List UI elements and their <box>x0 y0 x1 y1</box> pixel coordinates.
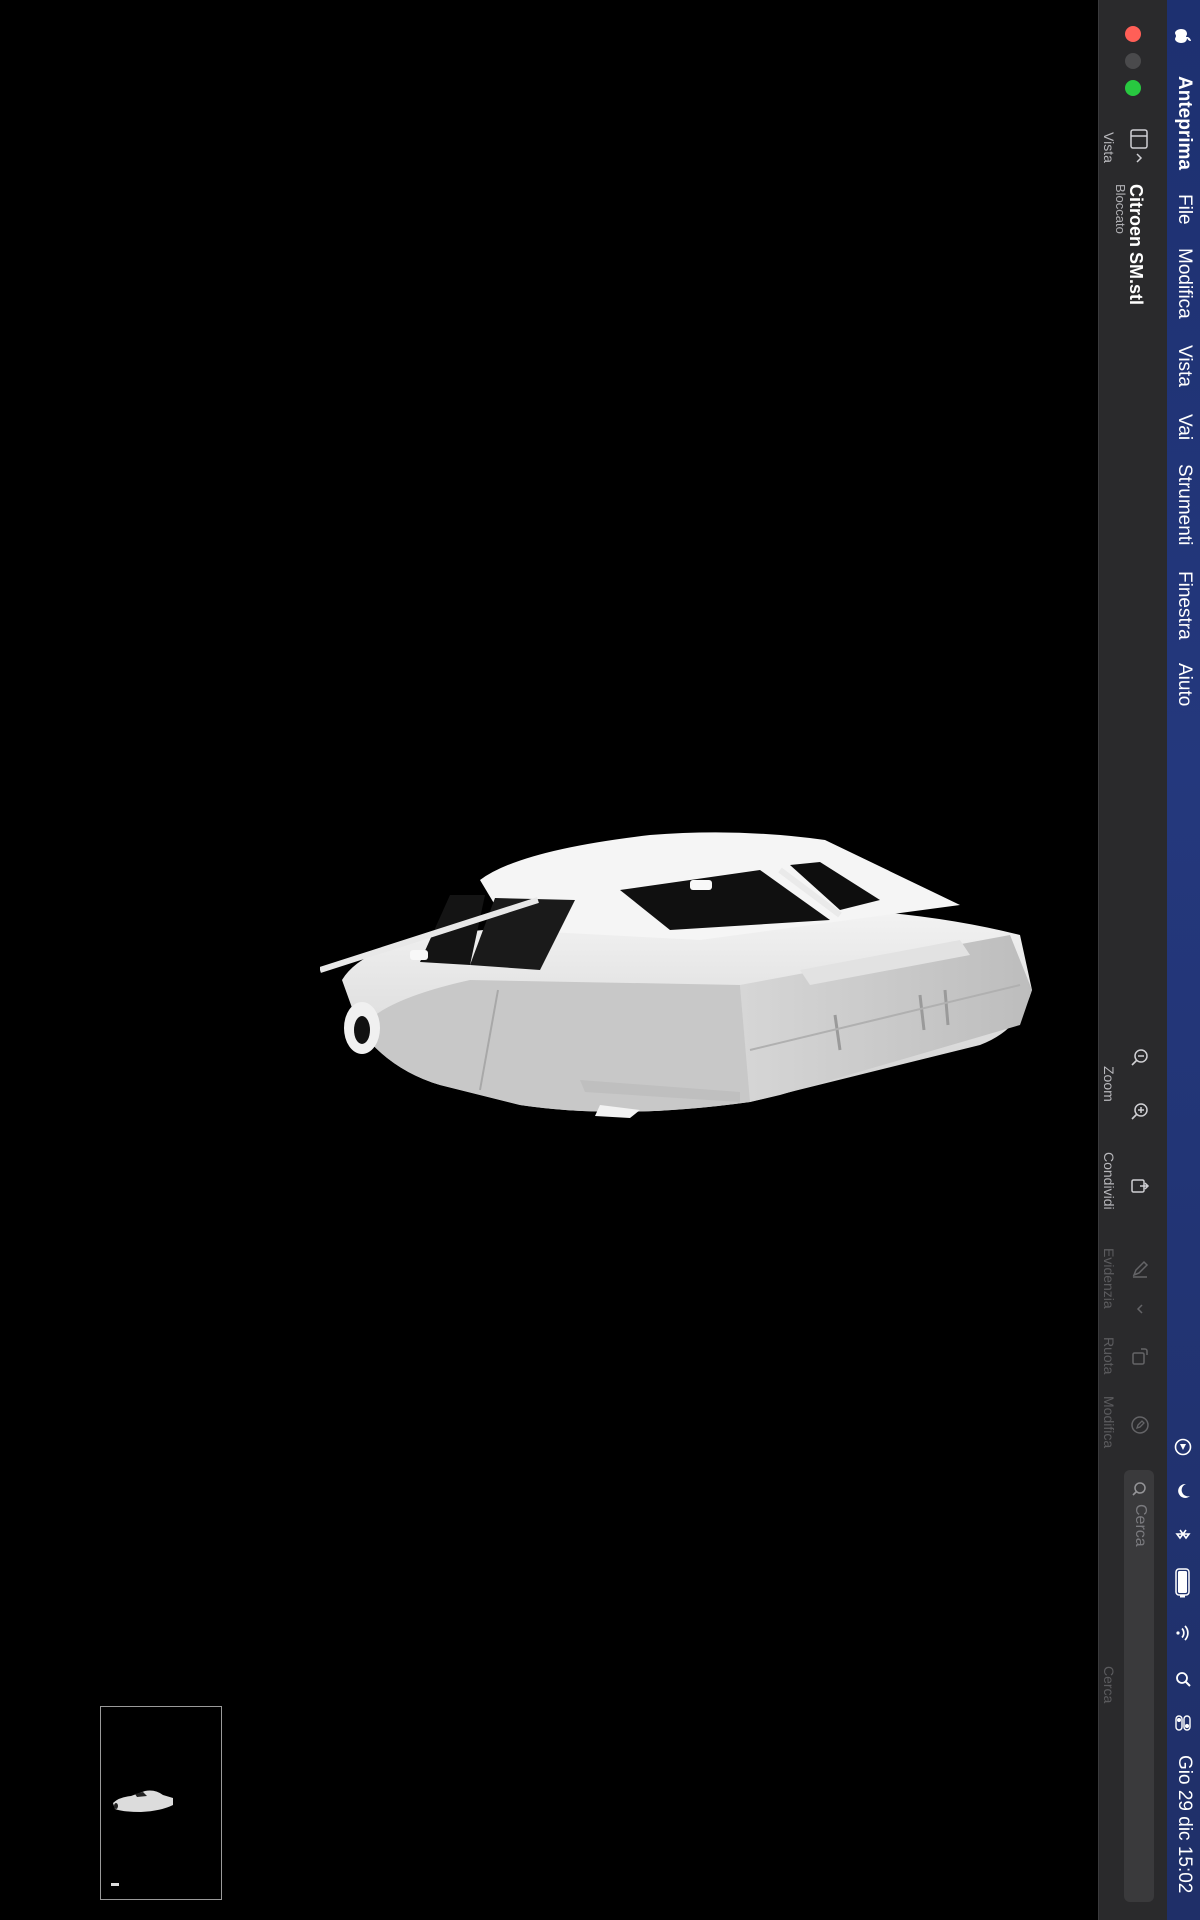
play-circle-icon[interactable] <box>1172 1436 1194 1458</box>
thumbnail-car-image <box>113 1790 173 1812</box>
zoom-out-icon[interactable] <box>1129 1046 1151 1068</box>
sidebar-label: Vista <box>1101 132 1117 163</box>
menu-file[interactable]: File <box>1174 194 1195 225</box>
sidebar-toggle-icon[interactable] <box>1129 128 1151 166</box>
rotate-icon[interactable] <box>1129 1346 1151 1368</box>
minimize-button[interactable] <box>1125 53 1141 69</box>
control-center-icon[interactable] <box>1172 1712 1194 1734</box>
highlight-pen-icon[interactable] <box>1129 1258 1151 1280</box>
menu-vai[interactable]: Vai <box>1174 414 1195 440</box>
menu-finestra[interactable]: Finestra <box>1174 571 1195 640</box>
zoom-in-icon[interactable] <box>1129 1100 1151 1122</box>
apple-icon[interactable] <box>1172 26 1194 48</box>
car-3d-model[interactable] <box>320 820 1040 1140</box>
chevron-down-icon[interactable] <box>1129 1298 1151 1320</box>
bluetooth-icon[interactable] <box>1172 1524 1194 1546</box>
close-button[interactable] <box>1125 26 1141 42</box>
share-icon[interactable] <box>1129 1175 1151 1197</box>
document-title[interactable]: Citroen SM.stl <box>1126 184 1146 305</box>
menu-strumenti[interactable]: Strumenti <box>1174 464 1195 545</box>
menu-modifica[interactable]: Modifica <box>1174 248 1195 319</box>
rotate-label: Ruota <box>1101 1337 1117 1375</box>
search-icon <box>1128 1478 1150 1500</box>
search-placeholder: Cerca <box>1132 1504 1149 1547</box>
search-label: Cerca <box>1101 1666 1117 1704</box>
zoom-window-button[interactable] <box>1125 80 1141 96</box>
menu-vista[interactable]: Vista <box>1174 345 1195 387</box>
moon-icon[interactable] <box>1172 1480 1194 1502</box>
spotlight-icon[interactable] <box>1172 1668 1194 1690</box>
zoom-label: Zoom <box>1101 1066 1117 1102</box>
thumbnail-page-marker <box>111 1883 119 1886</box>
share-label: Condividi <box>1101 1152 1117 1210</box>
document-status: Bloccato <box>1113 184 1128 234</box>
menu-app-name[interactable]: Anteprima <box>1174 76 1195 170</box>
highlight-label: Evidenzia <box>1101 1248 1117 1309</box>
battery-icon <box>1172 1568 1194 1598</box>
menu-clock[interactable]: Gio 29 dic 15:02 <box>1174 1755 1195 1893</box>
wifi-icon[interactable] <box>1172 1622 1194 1644</box>
page-thumbnail[interactable] <box>100 1706 222 1900</box>
markup-icon[interactable] <box>1129 1414 1151 1436</box>
menu-aiuto[interactable]: Aiuto <box>1174 663 1195 706</box>
markup-label: Modifica <box>1101 1396 1117 1449</box>
